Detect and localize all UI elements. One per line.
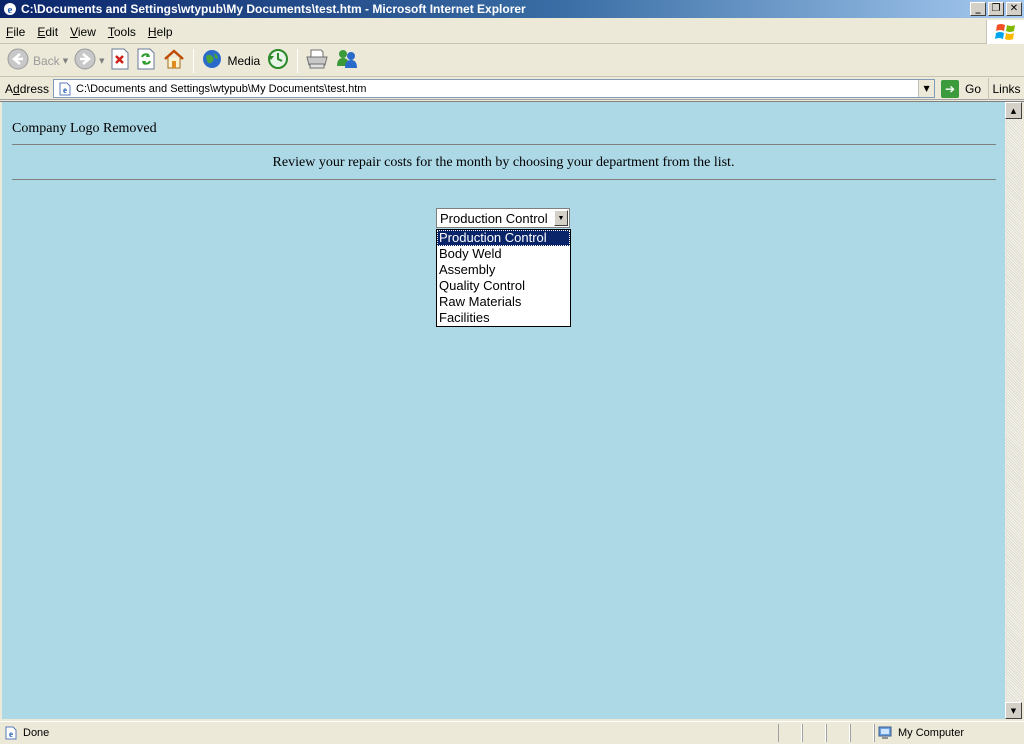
forward-button[interactable]: ▼ [71, 47, 107, 75]
horizontal-rule [12, 144, 996, 145]
status-pane [778, 724, 802, 742]
status-bar: e Done My Computer [0, 721, 1024, 744]
ie-icon: e [3, 2, 17, 16]
status-pane [802, 724, 826, 742]
go-button[interactable]: ➔ Go [941, 79, 982, 98]
refresh-button[interactable] [133, 47, 159, 75]
close-button[interactable]: ✕ [1006, 2, 1022, 16]
department-select-value: Production Control [440, 210, 548, 226]
status-pane [850, 724, 874, 742]
page-status-icon: e [3, 725, 19, 741]
address-value[interactable]: C:\Documents and Settings\wtypub\My Docu… [76, 83, 918, 95]
standard-toolbar: Back ▼ ▼ Media [0, 45, 1024, 77]
instruction-text: Review your repair costs for the month b… [272, 155, 735, 170]
menu-help-accel: H [147, 24, 157, 39]
menu-tools[interactable]: Tools [102, 25, 142, 39]
home-icon [162, 48, 186, 73]
chevron-down-icon[interactable]: ▼ [554, 210, 568, 226]
forward-dropdown-icon[interactable]: ▼ [99, 57, 104, 65]
refresh-icon [136, 48, 156, 73]
media-icon [201, 48, 223, 73]
history-icon [266, 48, 290, 73]
back-arrow-icon [7, 48, 29, 73]
page-content: Company Logo Removed Review your repair … [2, 102, 1005, 719]
department-select[interactable]: Production Control ▼ [436, 208, 570, 228]
company-logo-text: Company Logo Removed [12, 121, 157, 136]
links-button[interactable]: Links [988, 78, 1024, 100]
department-option[interactable]: Facilities [437, 310, 570, 326]
print-button[interactable] [302, 47, 332, 75]
media-button[interactable]: Media [198, 47, 263, 75]
horizontal-rule [12, 179, 996, 180]
svg-text:e: e [9, 729, 13, 739]
restore-button[interactable]: ❐ [988, 2, 1004, 16]
stop-icon [110, 48, 130, 73]
page-icon: e [57, 82, 73, 96]
menu-view-accel: V [70, 24, 78, 39]
menu-edit[interactable]: Edit [31, 25, 64, 39]
back-dropdown-icon[interactable]: ▼ [63, 57, 68, 65]
minimize-button[interactable]: _ [970, 2, 986, 16]
title-bar[interactable]: e C:\Documents and Settings\wtypub\My Do… [0, 0, 1024, 18]
address-bar: Address e C:\Documents and Settings\wtyp… [0, 78, 1024, 100]
department-dropdown-list: Production Control Body Weld Assembly Qu… [436, 229, 571, 327]
messenger-button[interactable] [332, 47, 362, 75]
scroll-up-button[interactable]: ▲ [1005, 102, 1022, 119]
address-label-accel: d [13, 81, 20, 96]
messenger-icon [335, 48, 359, 73]
history-button[interactable] [263, 47, 293, 75]
back-label: Back [33, 53, 60, 68]
department-option[interactable]: Assembly [437, 262, 570, 278]
toolbar-separator [297, 48, 299, 73]
svg-text:e: e [8, 4, 13, 16]
window-title: C:\Documents and Settings\wtypub\My Docu… [21, 2, 526, 16]
scroll-down-button[interactable]: ▼ [1005, 702, 1022, 719]
go-arrow-icon: ➔ [941, 79, 960, 98]
address-label-post: dress [19, 81, 50, 96]
print-icon [305, 48, 329, 73]
forward-arrow-icon [74, 48, 96, 73]
toolbar-separator [193, 48, 195, 73]
department-option[interactable]: Body Weld [437, 246, 570, 262]
media-label: Media [227, 53, 261, 68]
address-label-pre: A [5, 81, 14, 96]
status-text: Done [23, 727, 50, 739]
stop-button[interactable] [107, 47, 133, 75]
address-dropdown-button[interactable]: ▼ [918, 80, 935, 97]
address-label: Address [0, 82, 53, 96]
department-option[interactable]: Raw Materials [437, 294, 570, 310]
status-pane [826, 724, 850, 742]
address-input[interactable]: e C:\Documents and Settings\wtypub\My Do… [53, 79, 936, 98]
zone-label: My Computer [898, 727, 965, 739]
department-option[interactable]: Quality Control [437, 278, 570, 294]
home-button[interactable] [159, 47, 189, 75]
menu-file-label: ile [13, 24, 26, 39]
menu-tools-label: ools [113, 24, 136, 39]
security-zone[interactable]: My Computer [874, 724, 1024, 742]
menu-view[interactable]: View [64, 25, 102, 39]
windows-logo-icon [986, 20, 1024, 44]
content-viewport: Company Logo Removed Review your repair … [0, 101, 1024, 719]
menu-view-label: iew [77, 24, 96, 39]
menu-edit-label: dit [45, 24, 59, 39]
back-button[interactable]: Back ▼ [4, 47, 71, 75]
menu-bar: File Edit View Tools Help [0, 20, 1024, 44]
vertical-scrollbar[interactable]: ▲ ▼ [1005, 102, 1022, 719]
menu-file[interactable]: File [0, 25, 31, 39]
go-label: Go [965, 81, 982, 96]
menu-help-label: elp [156, 24, 173, 39]
svg-text:e: e [63, 85, 67, 95]
menu-help[interactable]: Help [142, 25, 179, 39]
my-computer-icon [878, 725, 894, 741]
department-option[interactable]: Production Control [437, 230, 570, 246]
